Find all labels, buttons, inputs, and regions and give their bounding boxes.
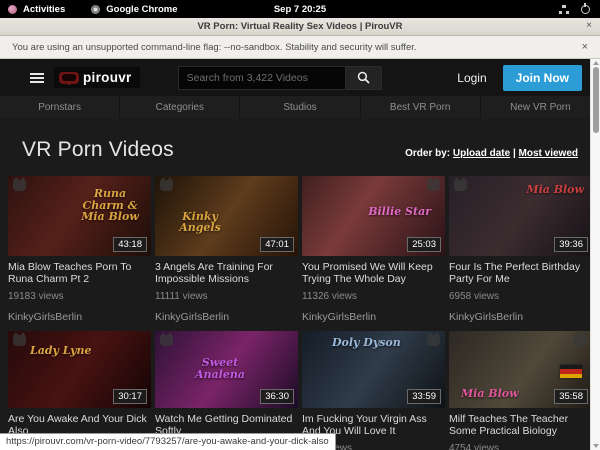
studio-link[interactable]: KinkyGirlsBerlin bbox=[8, 311, 151, 323]
network-icon[interactable] bbox=[559, 5, 569, 14]
video-title-link[interactable]: Milf Teaches The Teacher Some Practical … bbox=[449, 413, 592, 438]
nav-item-new-vr-porn[interactable]: New VR Porn bbox=[481, 96, 600, 118]
chrome-infobar: You are using an unsupported command-lin… bbox=[0, 36, 600, 59]
main-nav: Pornstars Categories Studios Best VR Por… bbox=[0, 96, 600, 118]
system-top-bar: Activities Google Chrome Sep 7 20:25 bbox=[0, 0, 600, 18]
video-thumbnail[interactable]: Doly Dyson 33:59 bbox=[302, 331, 445, 408]
studio-watermark-icon bbox=[160, 180, 173, 191]
video-title-link[interactable]: 3 Angels Are Training For Impossible Mis… bbox=[155, 261, 298, 286]
thumbnail-overlay-title: Kinky Angels bbox=[165, 211, 235, 234]
studio-watermark-icon bbox=[160, 335, 173, 346]
status-url-tooltip: https://pirouvr.com/vr-porn-video/779325… bbox=[0, 433, 336, 450]
german-flag-icon bbox=[560, 365, 582, 378]
thumbnail-overlay-title: Runa Charm & Mia Blow bbox=[75, 188, 145, 223]
video-title-link[interactable]: You Promised We Will Keep Trying The Who… bbox=[302, 261, 445, 286]
view-count: 11111 views bbox=[155, 291, 298, 302]
thumbnail-overlay-title: Sweet Analena bbox=[185, 357, 255, 380]
duration-badge: 25:03 bbox=[407, 237, 441, 252]
thumbnail-overlay-title: Doly Dyson bbox=[332, 337, 401, 349]
duration-badge: 33:59 bbox=[407, 389, 441, 404]
video-thumbnail[interactable]: Kinky Angels 47:01 bbox=[155, 176, 298, 256]
video-card: Kinky Angels 47:01 3 Angels Are Training… bbox=[155, 176, 298, 323]
screen: Activities Google Chrome Sep 7 20:25 VR … bbox=[0, 0, 600, 450]
studio-link[interactable]: KinkyGirlsBerlin bbox=[155, 311, 298, 323]
scrollbar[interactable] bbox=[590, 59, 600, 450]
video-thumbnail[interactable]: Mia Blow 35:58 bbox=[449, 331, 592, 408]
window-titlebar: VR Porn: Virtual Reality Sex Videos | Pi… bbox=[0, 18, 600, 36]
thumbnail-overlay-title: Mia Blow bbox=[461, 388, 519, 400]
view-count: 19183 views bbox=[8, 291, 151, 302]
video-thumbnail[interactable]: Lady Lyne 30:17 bbox=[8, 331, 151, 408]
video-card: Billie Star 25:03 You Promised We Will K… bbox=[302, 176, 445, 323]
duration-badge: 47:01 bbox=[260, 237, 294, 252]
studio-watermark-icon bbox=[13, 335, 26, 346]
infobar-close-button[interactable]: × bbox=[582, 41, 588, 53]
studio-watermark-icon bbox=[574, 335, 587, 346]
webpage: pirouvr Login Join Now Pornstars Categor… bbox=[0, 59, 600, 450]
order-most-viewed-link[interactable]: Most viewed bbox=[519, 148, 578, 159]
duration-badge: 36:30 bbox=[260, 389, 294, 404]
nav-item-categories[interactable]: Categories bbox=[120, 96, 240, 118]
order-by-label: Order by: bbox=[405, 148, 450, 159]
view-count: 11326 views bbox=[302, 291, 445, 302]
search-button[interactable] bbox=[346, 66, 382, 90]
order-separator: | bbox=[513, 148, 516, 159]
video-title-link[interactable]: Mia Blow Teaches Porn To Runa Charm Pt 2 bbox=[8, 261, 151, 286]
activities-button[interactable]: Activities bbox=[23, 4, 65, 15]
nav-item-studios[interactable]: Studios bbox=[240, 96, 360, 118]
power-icon[interactable] bbox=[581, 5, 590, 14]
search-icon bbox=[357, 71, 370, 84]
focused-app-menu[interactable]: Google Chrome bbox=[106, 4, 177, 15]
site-logo-text: pirouvr bbox=[83, 70, 132, 85]
view-count: 4754 views bbox=[449, 443, 592, 450]
vr-goggles-icon bbox=[59, 72, 79, 84]
duration-badge: 35:58 bbox=[554, 389, 588, 404]
thumbnail-overlay-title: Mia Blow bbox=[526, 184, 584, 196]
scrollbar-down-arrow[interactable] bbox=[593, 444, 599, 448]
window-title: VR Porn: Virtual Reality Sex Videos | Pi… bbox=[197, 21, 402, 32]
nav-item-best-vr-porn[interactable]: Best VR Porn bbox=[361, 96, 481, 118]
video-thumbnail[interactable]: Sweet Analena 36:30 bbox=[155, 331, 298, 408]
studio-watermark-icon bbox=[454, 180, 467, 191]
duration-badge: 39:36 bbox=[554, 237, 588, 252]
studio-link[interactable]: KinkyGirlsBerlin bbox=[449, 311, 592, 323]
video-card: Mia Blow 35:58 Milf Teaches The Teacher … bbox=[449, 331, 592, 450]
chrome-icon bbox=[91, 5, 100, 14]
video-grid-row-2: Lady Lyne 30:17 Are You Awake And Your D… bbox=[0, 329, 600, 450]
video-grid-row-1: Runa Charm & Mia Blow 43:18 Mia Blow Tea… bbox=[0, 174, 600, 323]
site-header: pirouvr Login Join Now bbox=[0, 59, 600, 96]
studio-watermark-icon bbox=[427, 335, 440, 346]
video-thumbnail[interactable]: Mia Blow 39:36 bbox=[449, 176, 592, 256]
duration-badge: 43:18 bbox=[113, 237, 147, 252]
distro-logo-icon bbox=[8, 5, 17, 14]
login-link[interactable]: Login bbox=[451, 71, 492, 85]
video-card: Mia Blow 39:36 Four Is The Perfect Birth… bbox=[449, 176, 592, 323]
join-now-button[interactable]: Join Now bbox=[503, 65, 582, 91]
video-card: Runa Charm & Mia Blow 43:18 Mia Blow Tea… bbox=[8, 176, 151, 323]
studio-link[interactable]: KinkyGirlsBerlin bbox=[302, 311, 445, 323]
order-by: Order by: Upload date | Most viewed bbox=[405, 148, 578, 159]
window-close-button[interactable]: × bbox=[586, 20, 592, 31]
scrollbar-thumb[interactable] bbox=[593, 67, 599, 133]
studio-watermark-icon bbox=[427, 180, 440, 191]
video-title-link[interactable]: Four Is The Perfect Birthday Party For M… bbox=[449, 261, 592, 286]
video-thumbnail[interactable]: Billie Star 25:03 bbox=[302, 176, 445, 256]
nav-item-pornstars[interactable]: Pornstars bbox=[0, 96, 120, 118]
duration-badge: 30:17 bbox=[113, 389, 147, 404]
order-upload-date-link[interactable]: Upload date bbox=[453, 148, 510, 159]
video-thumbnail[interactable]: Runa Charm & Mia Blow 43:18 bbox=[8, 176, 151, 256]
infobar-message: You are using an unsupported command-lin… bbox=[12, 42, 417, 53]
site-logo[interactable]: pirouvr bbox=[54, 67, 140, 88]
scrollbar-up-arrow[interactable] bbox=[593, 61, 599, 65]
thumbnail-overlay-title: Lady Lyne bbox=[30, 345, 92, 357]
studio-watermark-icon bbox=[13, 180, 26, 191]
view-count: 6958 views bbox=[449, 291, 592, 302]
menu-hamburger-icon[interactable] bbox=[30, 73, 44, 83]
page-title: VR Porn Videos bbox=[22, 138, 174, 162]
thumbnail-overlay-title: Billie Star bbox=[368, 206, 431, 218]
search-input[interactable] bbox=[178, 66, 346, 90]
